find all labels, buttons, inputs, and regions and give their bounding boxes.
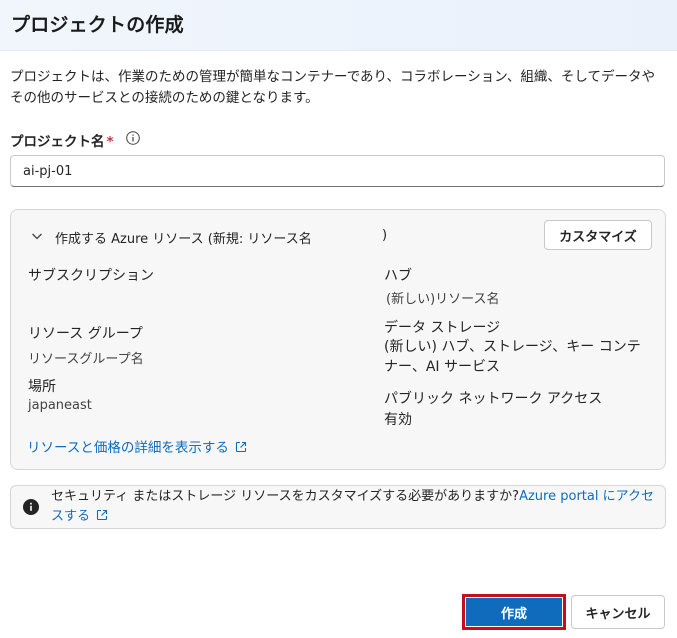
customize-button[interactable]: カスタマイズ [544, 220, 652, 250]
storage-label: データ ストレージ [384, 320, 501, 336]
resources-card-header-close: ) [382, 228, 388, 243]
location-label: 場所 [28, 379, 56, 395]
create-button[interactable]: 作成 [462, 594, 566, 630]
hub-label: ハブ [384, 268, 412, 284]
dialog-title: プロジェクトの作成 [11, 14, 184, 36]
storage-value: (新しい) ハブ、ストレージ、キー コンテナー、AI サービス [384, 339, 641, 375]
project-name-label-text: プロジェクト名 [10, 134, 105, 150]
info-filled-icon [23, 499, 39, 515]
resource-group-value: リソースグループ名 [28, 352, 144, 367]
dialog-description: プロジェクトは、作業のための管理が簡単なコンテナーであり、コラボレーション、組織… [10, 69, 656, 106]
network-access-value: 有効 [384, 412, 412, 428]
required-marker: * [106, 134, 114, 150]
notice-message: セキュリティ またはストレージ リソースをカスタマイズする必要がありますか? [51, 489, 520, 504]
notice-text: セキュリティ またはストレージ リソースをカスタマイズする必要がありますか?Az… [51, 487, 663, 527]
external-link-icon [235, 441, 246, 453]
subscription-label: サブスクリプション [28, 268, 154, 284]
customize-notice: セキュリティ またはストレージ リソースをカスタマイズする必要がありますか?Az… [10, 485, 666, 529]
dialog-header: プロジェクトの作成 [0, 0, 677, 51]
resource-group-label: リソース グループ [28, 326, 143, 342]
project-name-input[interactable] [10, 155, 665, 187]
project-name-label: プロジェクト名 * [10, 130, 114, 150]
resource-details-link-text[interactable]: リソースと価格の詳細を表示する [27, 440, 229, 456]
chevron-down-icon[interactable] [31, 230, 43, 242]
location-value: japaneast [28, 398, 92, 413]
external-link-icon [96, 509, 108, 521]
resources-card-header[interactable]: 作成する Azure リソース (新規: リソース名 [55, 228, 312, 247]
hub-value: (新しい)リソース名 [386, 292, 500, 307]
cancel-button[interactable]: キャンセル [571, 595, 665, 629]
info-icon[interactable] [126, 131, 140, 145]
azure-resources-card: 作成する Azure リソース (新規: リソース名 ) カスタマイズ サブスク… [10, 209, 666, 470]
resource-details-link[interactable]: リソースと価格の詳細を表示する [27, 436, 247, 456]
network-access-label: パブリック ネットワーク アクセス [384, 391, 603, 407]
